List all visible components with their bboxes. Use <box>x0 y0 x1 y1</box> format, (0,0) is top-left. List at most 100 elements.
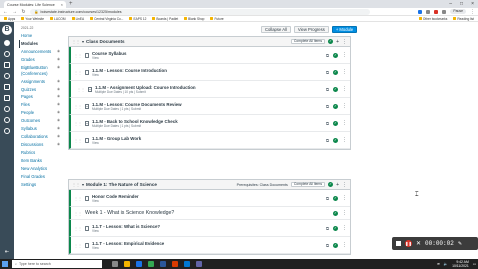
maximize-icon[interactable]: □ <box>460 0 463 8</box>
stop-icon[interactable] <box>396 241 401 246</box>
module-item[interactable]: ⋮⋮ 1.1.M - Lesson: Course Documents Revie… <box>69 98 350 115</box>
module-header[interactable]: ⋮⋮ ▾ Class Documents Complete All Items … <box>69 37 350 47</box>
view-progress-button[interactable]: View Progress <box>293 26 329 33</box>
add-item-icon[interactable]: + <box>336 39 339 45</box>
pause-icon[interactable]: ❚❚ <box>405 240 412 247</box>
extensions-puzzle-icon[interactable] <box>442 9 447 14</box>
profile-pause-button[interactable]: Pause <box>450 9 466 14</box>
complete-all-items-button[interactable]: Complete All Items <box>290 182 326 187</box>
course-nav-item[interactable]: Syllabus ◉ <box>21 125 66 133</box>
course-nav-item[interactable]: Home <box>21 32 66 40</box>
module-item[interactable]: ⋮⋮ 1.1.M - Group Lab Work View ⧉ ✓ ⋮ <box>69 132 350 149</box>
item-options-icon[interactable]: ⋮ <box>342 195 347 201</box>
wifi-icon[interactable]: ≋ <box>437 262 440 266</box>
caret-down-icon[interactable]: ▾ <box>82 182 84 187</box>
item-options-icon[interactable]: ⋮ <box>342 242 347 248</box>
visibility-eye-icon[interactable]: ◉ <box>57 87 60 92</box>
course-nav-item[interactable]: Modules <box>19 39 66 48</box>
copy-to-icon[interactable]: ⧉ <box>326 53 329 58</box>
item-options-icon[interactable]: ⋮ <box>342 120 347 126</box>
drag-handle-icon[interactable]: ⋮⋮ <box>74 53 82 58</box>
other-bookmarks[interactable]: Other bookmarks <box>418 17 447 21</box>
collapse-all-button[interactable]: Collapse All <box>261 26 291 33</box>
visibility-eye-icon[interactable]: ◉ <box>57 49 60 54</box>
bookmark-item[interactable]: Apps <box>4 17 15 21</box>
drag-handle-icon[interactable]: ⋮⋮ <box>77 87 85 92</box>
drag-handle-icon[interactable]: ⋮⋮ <box>72 182 80 187</box>
task-view-icon[interactable] <box>112 261 118 267</box>
module-item[interactable]: ⋮⋮ 1.1.M - Back to School Knowledge Check… <box>69 115 350 132</box>
forward-icon[interactable]: → <box>12 9 17 15</box>
published-check-icon[interactable]: ✓ <box>333 52 338 58</box>
drag-handle-icon[interactable]: ⋮⋮ <box>72 39 80 44</box>
copy-to-icon[interactable]: ⧉ <box>326 70 329 75</box>
course-nav-item[interactable]: Grades ◉ <box>21 56 66 64</box>
course-nav-item[interactable]: New Analytics <box>21 165 66 173</box>
item-options-icon[interactable]: ⋮ <box>342 52 347 58</box>
module-item[interactable]: ⋮⋮ 1.1.M - Assignment Upload: Course Intr… <box>69 81 350 98</box>
cancel-icon[interactable]: ✕ <box>416 240 421 247</box>
notifications-icon[interactable]: ▭ <box>473 262 476 266</box>
collapse-nav-icon[interactable]: ⇤ <box>5 249 9 255</box>
bookmark-item[interactable]: Blank Shop <box>184 17 204 21</box>
history-icon[interactable] <box>4 106 10 112</box>
copy-to-icon[interactable]: ⧉ <box>326 121 329 126</box>
course-nav-item[interactable]: Assignments ◉ <box>21 77 66 85</box>
visibility-eye-icon[interactable]: ◉ <box>57 79 60 84</box>
published-check-icon[interactable]: ✓ <box>333 103 338 109</box>
module-item[interactable]: ⋮⋮ 1.1.M - Lesson: Course Introduction Vie… <box>69 64 350 81</box>
module-options-icon[interactable]: ⋮ <box>342 182 347 188</box>
course-nav-item[interactable]: BigBlueButton (Conferences) ◉ <box>21 64 66 77</box>
module-item[interactable]: ⋮⋮ 1.1.T - Lesson: What is Science? View ⧉ ✓… <box>69 220 350 237</box>
powerpoint-icon[interactable] <box>172 261 178 267</box>
published-check-icon[interactable]: ✓ <box>333 137 338 143</box>
browser-tab[interactable]: Course Modules: Life Science × <box>4 1 66 8</box>
module-item[interactable]: ⋮⋮ Honor Code Reminder View ⧉ ✓ ⋮ <box>69 190 350 207</box>
menu-kebab-icon[interactable]: ⋮ <box>470 9 475 15</box>
drag-handle-icon[interactable]: ⋮⋮ <box>74 243 82 248</box>
word-icon[interactable] <box>160 261 166 267</box>
chrome-icon[interactable] <box>148 261 154 267</box>
extension-icon[interactable] <box>426 9 431 14</box>
drag-handle-icon[interactable]: ⋮⋮ <box>74 211 82 216</box>
module-options-icon[interactable]: ⋮ <box>342 39 347 45</box>
drag-handle-icon[interactable]: ⋮⋮ <box>74 138 82 143</box>
module-item[interactable]: ⋮⋮ Course Syllabus View ⧉ ✓ ⋮ <box>69 47 350 64</box>
help-icon[interactable] <box>4 128 10 134</box>
visibility-eye-icon[interactable]: ◉ <box>57 65 60 70</box>
groups-icon[interactable] <box>4 73 10 79</box>
taskbar-search[interactable]: ⌕ Type here to search <box>12 260 102 268</box>
commons-icon[interactable] <box>4 117 10 123</box>
drag-handle-icon[interactable]: ⋮⋮ <box>74 226 82 231</box>
published-check-icon[interactable]: ✓ <box>333 225 338 231</box>
copy-to-icon[interactable]: ⧉ <box>326 138 329 143</box>
extension-icon[interactable] <box>434 9 439 14</box>
published-check-icon[interactable]: ✓ <box>333 210 338 216</box>
taskbar-clock[interactable]: 9:42 AM 10/11/2021 <box>452 260 469 268</box>
bookmark-item[interactable]: Your Website <box>21 17 44 21</box>
pen-icon[interactable]: ✎ <box>458 241 462 247</box>
drag-handle-icon[interactable]: ⋮⋮ <box>74 121 82 126</box>
bookmark-item[interactable]: Boards | Padlet <box>152 17 178 21</box>
drag-handle-icon[interactable]: ⋮⋮ <box>74 70 82 75</box>
item-options-icon[interactable]: ⋮ <box>342 210 347 216</box>
course-nav-item[interactable]: Announcements ◉ <box>21 48 66 56</box>
course-nav-item[interactable]: People ◉ <box>21 109 66 117</box>
address-bar[interactable]: 🔒 boisestate.instructure.com/courses/123… <box>30 8 370 15</box>
visibility-eye-icon[interactable]: ◉ <box>57 142 60 147</box>
visibility-eye-icon[interactable]: ◉ <box>57 126 60 131</box>
item-options-icon[interactable]: ⋮ <box>342 137 347 143</box>
copy-to-icon[interactable]: ⧉ <box>326 243 329 248</box>
visibility-eye-icon[interactable]: ◉ <box>57 102 60 107</box>
item-options-icon[interactable]: ⋮ <box>342 103 347 109</box>
bookmark-item[interactable]: LinEA <box>71 17 84 21</box>
published-check-icon[interactable]: ✓ <box>333 195 338 201</box>
close-window-icon[interactable]: × <box>471 0 474 8</box>
caret-down-icon[interactable]: ▾ <box>82 39 84 44</box>
published-check-icon[interactable]: ✓ <box>333 120 338 126</box>
copy-to-icon[interactable]: ⧉ <box>326 87 329 92</box>
bookmark-item[interactable]: EAPS 12 <box>129 17 146 21</box>
courses-icon[interactable] <box>4 62 10 68</box>
windows-start-icon[interactable] <box>2 261 8 267</box>
copy-to-icon[interactable]: ⧉ <box>326 226 329 231</box>
